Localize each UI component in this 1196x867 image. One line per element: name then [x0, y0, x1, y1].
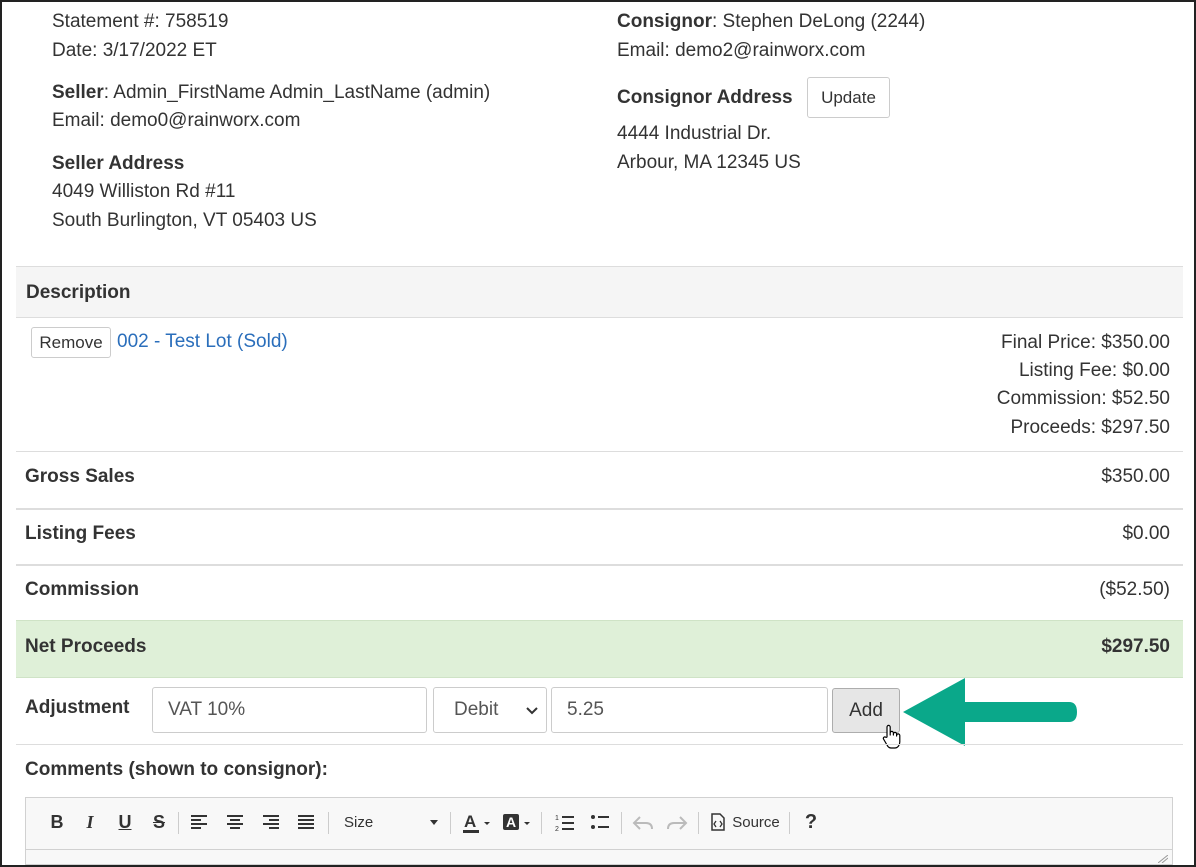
statement-date: Date: 3/17/2022 ET	[52, 40, 217, 61]
listing-fees-value: $0.00	[1122, 523, 1170, 544]
font-size-label: Size	[344, 813, 374, 831]
caret-down-icon	[430, 820, 438, 825]
toolbar-separator	[178, 812, 179, 834]
resize-handle-icon[interactable]	[1158, 855, 1168, 863]
net-proceeds-label: Net Proceeds	[25, 636, 147, 657]
svg-text:A: A	[506, 814, 516, 830]
consignor-name: : Stephen DeLong (2244)	[712, 11, 926, 32]
underline-button[interactable]: U	[114, 806, 136, 838]
row-divider	[16, 451, 1183, 452]
align-left-icon[interactable]	[190, 814, 208, 830]
listing-fees-label: Listing Fees	[25, 523, 136, 544]
seller-email: Email: demo0@rainworx.com	[52, 110, 301, 131]
align-right-icon[interactable]	[262, 814, 280, 830]
annotation-arrow-icon	[903, 678, 1077, 746]
italic-button[interactable]: I	[79, 806, 101, 838]
chevron-down-icon	[526, 707, 538, 715]
table-header: Description	[16, 266, 1183, 318]
source-icon	[711, 813, 725, 831]
item-proceeds: Proceeds: $297.50	[1010, 417, 1170, 438]
editor-toolbar: B I U S Size A A 12 Source ?	[26, 806, 1172, 840]
seller-address-line2: South Burlington, VT 05403 US	[52, 210, 317, 231]
svg-text:A: A	[464, 812, 476, 831]
source-label: Source	[732, 813, 780, 831]
font-size-dropdown[interactable]: Size	[344, 806, 444, 838]
redo-icon[interactable]	[666, 814, 688, 832]
commission-label: Commission	[25, 579, 140, 600]
strikethrough-button[interactable]: S	[148, 806, 170, 838]
adjustment-type-value: Debit	[454, 699, 499, 720]
net-proceeds-value: $297.50	[1101, 636, 1170, 657]
toolbar-separator	[328, 812, 329, 834]
bold-button[interactable]: B	[46, 806, 68, 838]
seller-address-label: Seller Address	[52, 153, 185, 174]
adjustment-label: Adjustment	[25, 697, 130, 718]
adjustment-amount-input[interactable]: 5.25	[551, 687, 828, 733]
gross-sales-label: Gross Sales	[25, 466, 135, 487]
seller-name: : Admin_FirstName Admin_LastName (admin)	[103, 82, 491, 103]
consignor-address-line1: 4444 Industrial Dr.	[617, 123, 772, 144]
bulleted-list-icon[interactable]	[590, 813, 610, 833]
source-button[interactable]: Source	[708, 806, 782, 838]
row-divider	[16, 564, 1183, 566]
toolbar-separator	[621, 812, 622, 834]
align-center-icon[interactable]	[226, 814, 244, 830]
update-address-button[interactable]: Update	[807, 77, 890, 118]
statement-number: Statement #: 758519	[52, 11, 229, 32]
adjustment-type-select[interactable]: Debit	[433, 687, 547, 733]
comments-label: Comments (shown to consignor):	[25, 759, 328, 780]
numbered-list-icon[interactable]: 12	[555, 813, 575, 833]
editor-toolbar-border	[26, 849, 1172, 850]
help-button[interactable]: ?	[801, 806, 821, 838]
gross-sales-value: $350.00	[1101, 466, 1170, 487]
commission-value: ($52.50)	[1099, 579, 1170, 600]
toolbar-separator	[450, 812, 451, 834]
final-price: Final Price: $350.00	[1001, 332, 1170, 353]
seller-label: Seller	[52, 82, 104, 103]
svg-text:1: 1	[555, 815, 559, 822]
net-proceeds-row: Net Proceeds $297.50	[16, 620, 1183, 678]
statement-panel: Statement #: 758519 Date: 3/17/2022 ET S…	[0, 0, 1196, 867]
remove-item-button[interactable]: Remove	[31, 327, 111, 358]
svg-text:2: 2	[555, 826, 559, 833]
seller-address-line1: 4049 Williston Rd #11	[52, 181, 236, 202]
rich-text-editor: B I U S Size A A 12 Source ?	[25, 797, 1173, 865]
align-justify-icon[interactable]	[297, 814, 315, 830]
row-divider	[16, 744, 1183, 745]
consignor-line: Consignor: Stephen DeLong (2244)	[617, 7, 925, 36]
consignor-address-label: Consignor Address	[617, 87, 793, 108]
seller-line: Seller: Admin_FirstName Admin_LastName (…	[52, 78, 490, 107]
listing-fee: Listing Fee: $0.00	[1018, 360, 1170, 381]
consignor-email: Email: demo2@rainworx.com	[617, 40, 866, 61]
toolbar-separator	[698, 812, 699, 834]
background-color-icon[interactable]: A	[502, 812, 532, 834]
text-color-icon[interactable]: A	[462, 812, 492, 834]
lot-link[interactable]: 002 - Test Lot (Sold)	[117, 327, 288, 356]
consignor-label: Consignor	[617, 11, 712, 32]
consignor-address-line2: Arbour, MA 12345 US	[617, 152, 801, 173]
toolbar-separator	[541, 812, 542, 834]
row-divider	[16, 508, 1183, 510]
item-commission: Commission: $52.50	[996, 388, 1170, 409]
description-header: Description	[26, 282, 131, 303]
undo-icon[interactable]	[632, 814, 654, 832]
adjustment-description-input[interactable]: VAT 10%	[152, 687, 427, 733]
toolbar-separator	[789, 812, 790, 834]
